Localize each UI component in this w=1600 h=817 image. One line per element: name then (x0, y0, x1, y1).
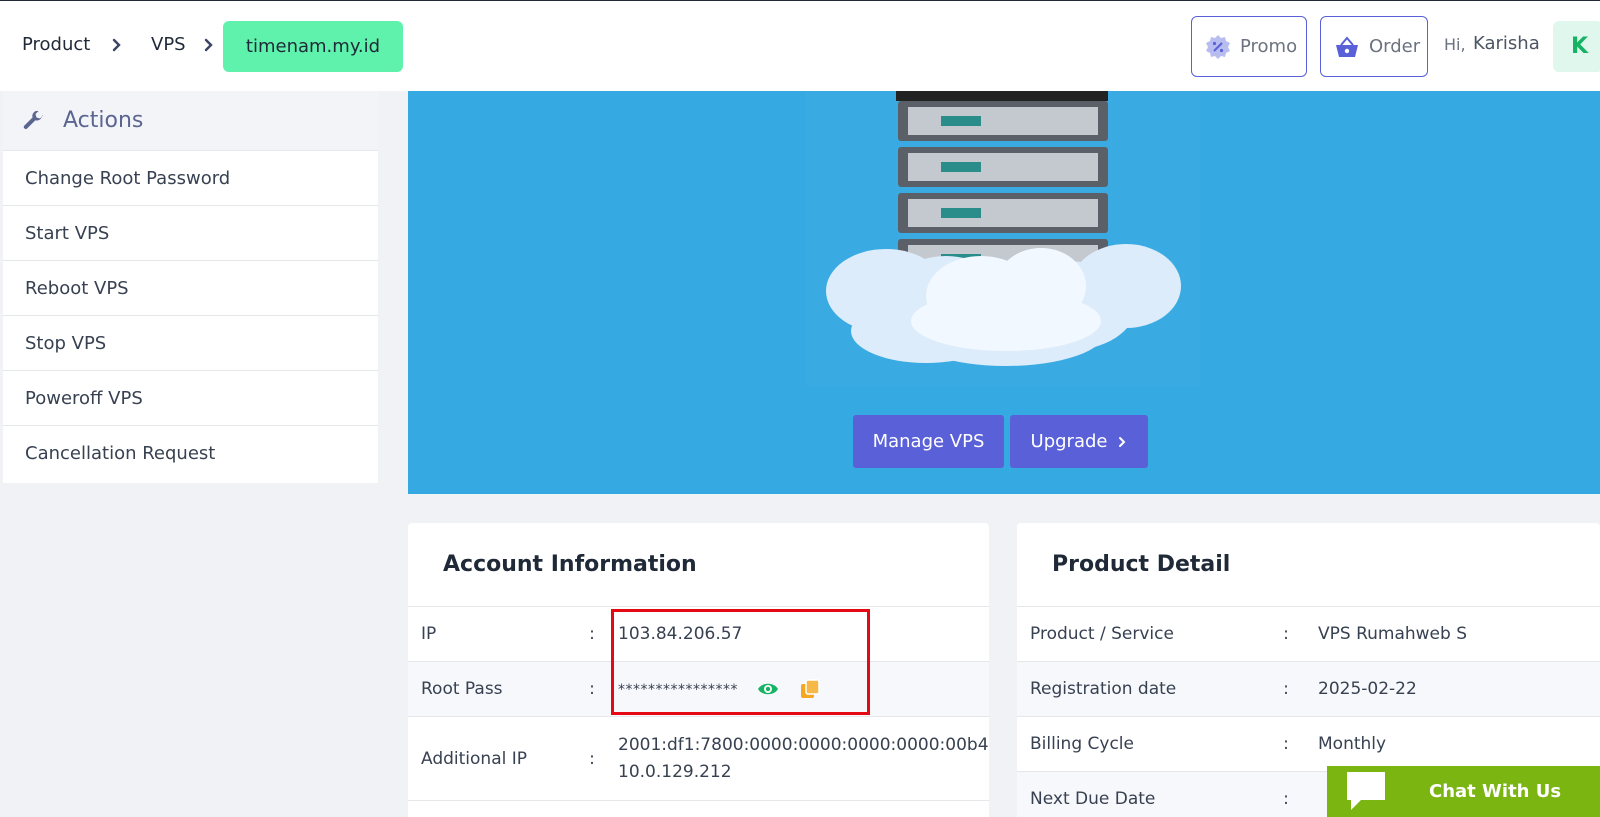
product-detail-title: Product Detail (1017, 523, 1600, 607)
product-service-value: VPS Rumahweb S (1318, 624, 1467, 644)
chevron-right-icon (1117, 435, 1127, 449)
action-poweroff-vps[interactable]: Poweroff VPS (3, 371, 378, 426)
username[interactable]: Karisha (1473, 33, 1540, 54)
separator: : (1283, 679, 1289, 699)
root-pass-value: **************** (618, 682, 738, 698)
chevron-right-icon (202, 35, 216, 55)
separator: : (589, 679, 595, 699)
separator: : (1283, 789, 1289, 809)
additional-ip-value: 2001:df1:7800:0000:0000:0000:0000:00b4 (618, 734, 989, 755)
additional-ip-values: 2001:df1:7800:0000:0000:0000:0000:00b4 1… (606, 732, 989, 786)
actions-panel: Actions Change Root Password Start VPS R… (3, 91, 378, 483)
basket-icon (1333, 33, 1361, 61)
root-pass-value-group: **************** (606, 678, 821, 700)
action-start-vps[interactable]: Start VPS (3, 206, 378, 261)
greeting: Hi, (1444, 35, 1466, 54)
table-row: Root Pass : **************** (408, 662, 989, 717)
separator: : (1283, 734, 1289, 754)
upgrade-button[interactable]: Upgrade (1010, 415, 1148, 468)
actions-title: Actions (63, 108, 144, 133)
actions-header: Actions (3, 91, 378, 151)
ip-value: 103.84.206.57 (618, 624, 743, 644)
table-row: Billing Cycle : Monthly (1017, 717, 1600, 772)
root-pass-label: Root Pass (421, 679, 503, 699)
billing-cycle-value: Monthly (1318, 734, 1387, 754)
action-cancellation-request[interactable]: Cancellation Request (3, 426, 378, 481)
top-bar: Product VPS timenam.my.id Promo Order Hi (0, 0, 1600, 91)
breadcrumb-vps[interactable]: VPS (151, 34, 186, 55)
hero-banner: Manage VPS Upgrade (408, 91, 1600, 494)
product-service-label: Product / Service (1030, 624, 1174, 644)
additional-ip-value: 10.0.129.212 (618, 761, 732, 782)
breadcrumb-current: timenam.my.id (223, 21, 403, 72)
registration-date-label: Registration date (1030, 679, 1177, 699)
chat-label: Chat With Us (1429, 781, 1562, 802)
wrench-icon (21, 109, 45, 133)
breadcrumb-product[interactable]: Product (22, 34, 90, 55)
account-information-card: Account Information IP : 103.84.206.57 R… (408, 523, 989, 817)
table-row: Registration date : 2025-02-22 (1017, 662, 1600, 717)
manage-vps-button[interactable]: Manage VPS (853, 415, 1004, 468)
registration-date-value: 2025-02-22 (1318, 679, 1417, 699)
separator: : (1283, 624, 1289, 644)
copy-icon[interactable] (799, 678, 821, 700)
action-change-root-password[interactable]: Change Root Password (3, 151, 378, 206)
additional-ip-label: Additional IP (421, 748, 528, 769)
table-row: Additional IP : 2001:df1:7800:0000:0000:… (408, 717, 989, 801)
server-cloud-illustration (806, 91, 1200, 386)
table-row: Product / Service : VPS Rumahweb S (1017, 607, 1600, 662)
chevron-right-icon (110, 35, 124, 55)
promo-badge-icon (1204, 33, 1232, 61)
action-stop-vps[interactable]: Stop VPS (3, 316, 378, 371)
promo-button[interactable]: Promo (1191, 16, 1307, 77)
separator: : (589, 624, 595, 644)
separator: : (589, 748, 595, 769)
chat-bubble-icon (1343, 770, 1389, 814)
table-row: IP : 103.84.206.57 (408, 607, 989, 662)
avatar[interactable]: K (1553, 21, 1600, 72)
action-reboot-vps[interactable]: Reboot VPS (3, 261, 378, 316)
next-due-date-label: Next Due Date (1030, 789, 1156, 809)
promo-label: Promo (1240, 36, 1298, 57)
chat-with-us-button[interactable]: Chat With Us (1327, 766, 1600, 817)
upgrade-label: Upgrade (1030, 431, 1108, 452)
order-button[interactable]: Order (1320, 16, 1428, 77)
ip-label: IP (421, 624, 437, 644)
billing-cycle-label: Billing Cycle (1030, 734, 1134, 754)
account-information-title: Account Information (408, 523, 989, 607)
eye-icon[interactable] (757, 678, 779, 700)
order-label: Order (1369, 36, 1421, 57)
